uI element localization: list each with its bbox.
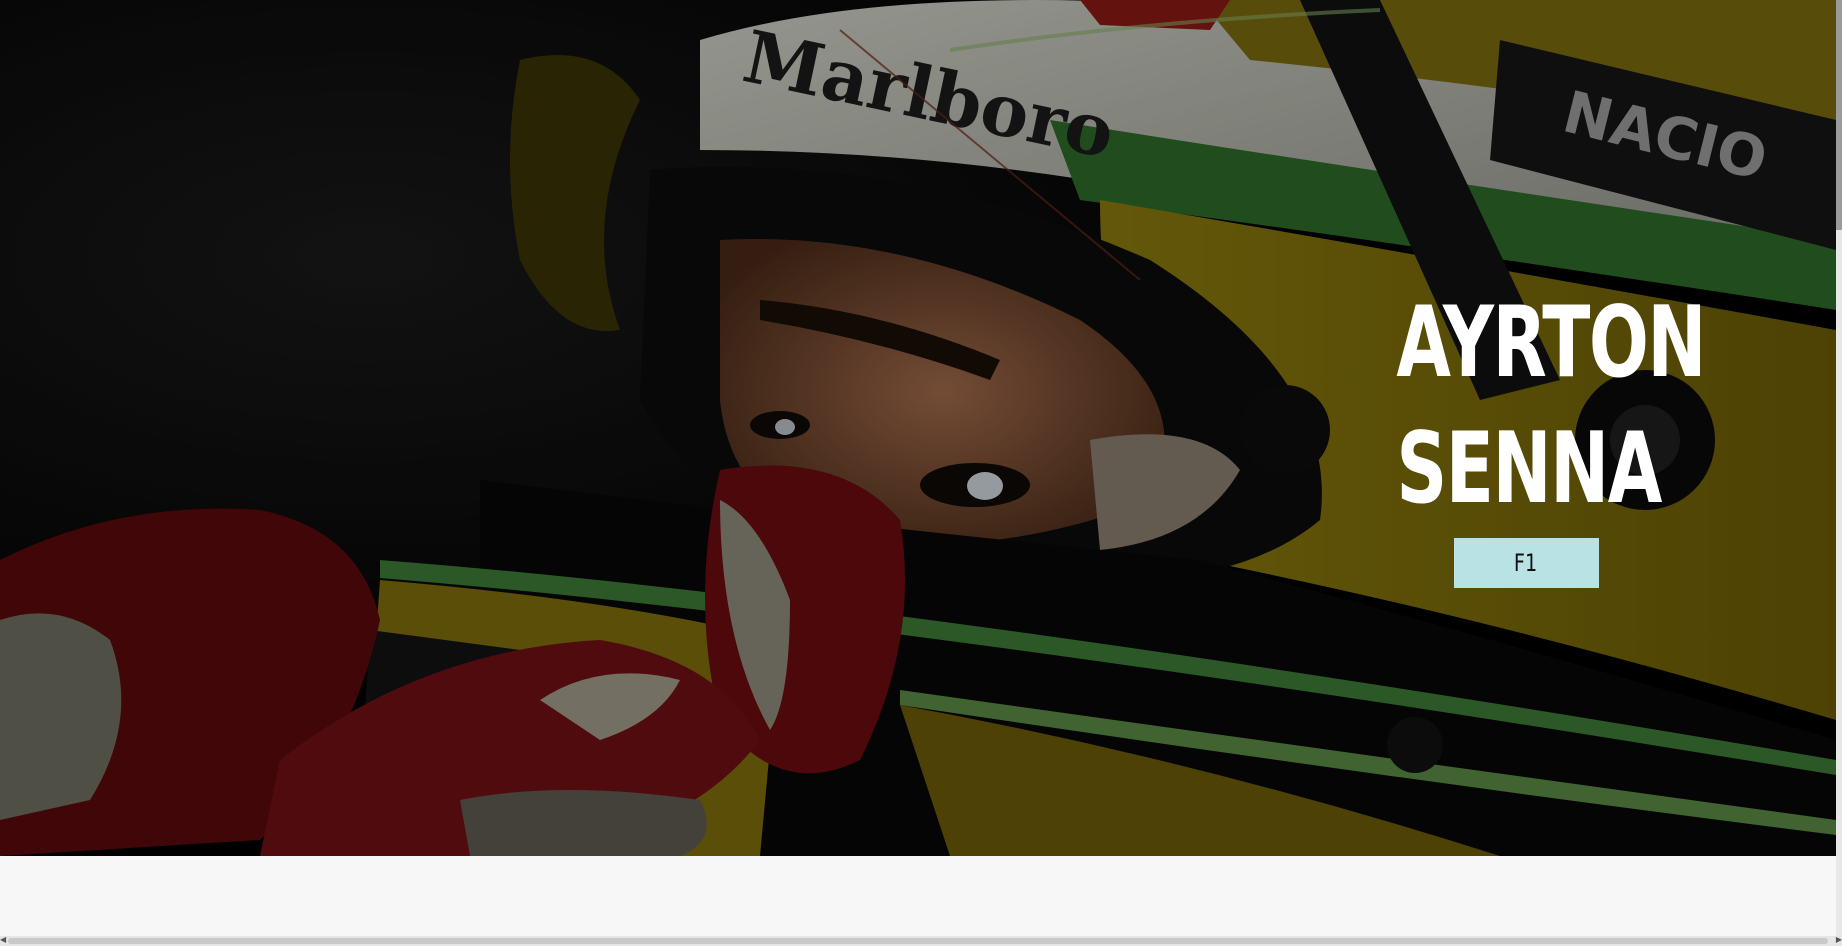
hero-banner: NACIO Marlboro AYRTON SENNA F1	[0, 0, 1836, 856]
hero-title-last-name: SENNA	[1396, 412, 1662, 526]
hero-title-first-name: AYRTON	[1396, 286, 1706, 400]
arrow-left-icon[interactable]: ◀	[0, 935, 6, 944]
vertical-scrollbar-thumb[interactable]	[1836, 0, 1842, 230]
horizontal-scrollbar[interactable]: ◀ ▶	[0, 935, 1842, 946]
arrow-right-icon[interactable]: ▶	[1836, 935, 1842, 944]
horizontal-scrollbar-thumb[interactable]	[8, 938, 1828, 944]
vertical-scrollbar[interactable]	[1836, 0, 1842, 936]
content-section	[0, 856, 1836, 936]
f1-tag-button[interactable]: F1	[1453, 538, 1599, 588]
page: NACIO Marlboro AYRTON SENNA F1 ◀ ▶	[0, 0, 1842, 946]
hero-title: AYRTON SENNA	[1396, 280, 1706, 532]
f1-tag-label: F1	[1514, 549, 1538, 577]
hero-text-block: AYRTON SENNA F1	[1346, 280, 1706, 588]
